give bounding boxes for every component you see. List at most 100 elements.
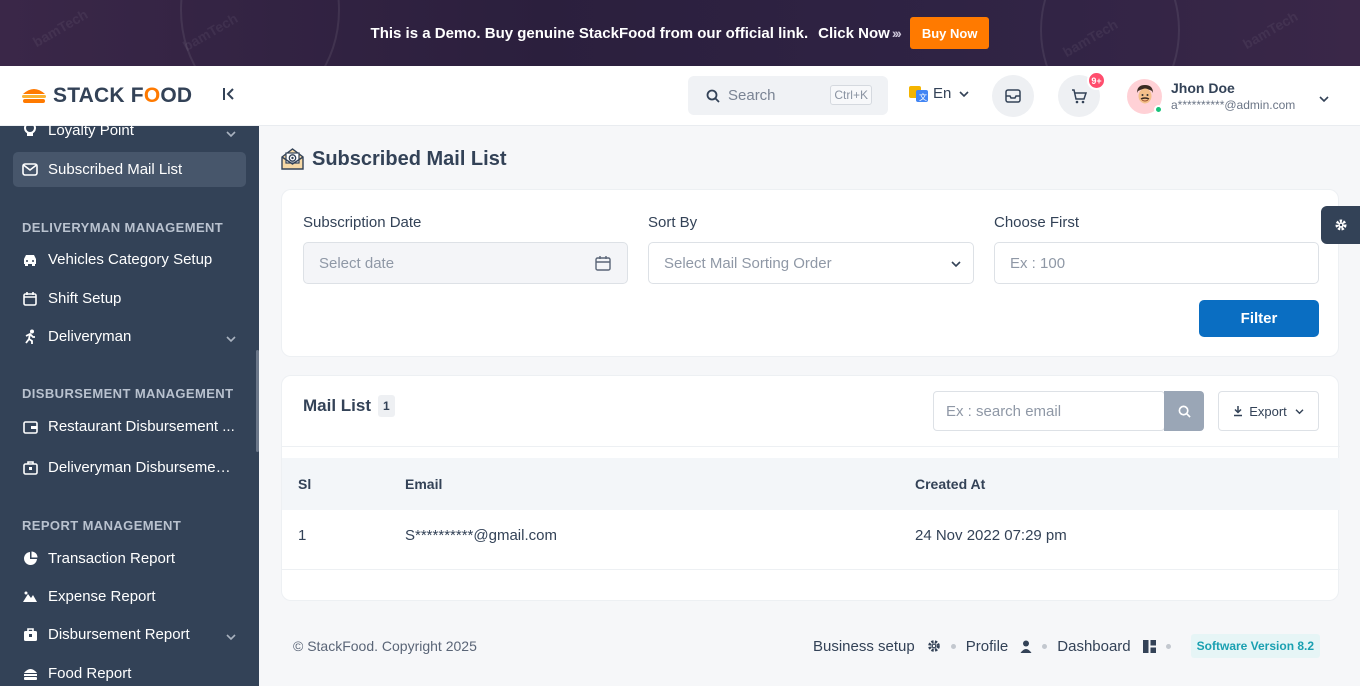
export-button[interactable]: Export bbox=[1218, 391, 1319, 431]
sidebar-item-disbursement-report[interactable]: Disbursement Report bbox=[13, 617, 246, 652]
top-header: Search Ctrl+K 文 En 9+ Jhon Doe a********… bbox=[259, 66, 1360, 126]
sidebar-item-shift-setup[interactable]: Shift Setup bbox=[13, 281, 246, 316]
footer-links: Business setup Profile Dashboard Softwar… bbox=[813, 634, 1321, 658]
subscribe-mail-icon bbox=[281, 147, 304, 171]
logo-text: STACK FOOD bbox=[53, 83, 193, 107]
software-version-badge: Software Version 8.2 bbox=[1190, 634, 1321, 658]
sidebar-scrollbar[interactable] bbox=[256, 350, 259, 452]
footer-link-dashboard[interactable]: Dashboard bbox=[1057, 638, 1130, 655]
translate-icon: 文 bbox=[909, 85, 928, 102]
gear-icon bbox=[927, 639, 941, 653]
cart-button[interactable]: 9+ bbox=[1058, 71, 1106, 117]
online-status-dot bbox=[1154, 104, 1163, 114]
car-icon bbox=[21, 251, 39, 269]
footer-separator bbox=[950, 643, 956, 649]
footer-separator bbox=[1042, 643, 1048, 649]
filter-button[interactable]: Filter bbox=[1199, 300, 1319, 337]
svg-text:文: 文 bbox=[919, 92, 927, 102]
page-title-text: Subscribed Mail List bbox=[312, 147, 507, 170]
date-placeholder: Select date bbox=[319, 254, 395, 272]
sidebar-item-loyalty-point[interactable]: Loyalty Point bbox=[13, 114, 246, 146]
search-placeholder: Search bbox=[728, 87, 776, 104]
filter-card: Subscription Date Select date Sort By Se… bbox=[281, 189, 1339, 357]
chevron-down-icon bbox=[959, 90, 969, 98]
report-icon bbox=[21, 626, 39, 644]
sidebar-item-restaurant-disbursement[interactable]: Restaurant Disbursement ... bbox=[13, 409, 246, 444]
choose-first-placeholder: Ex : 100 bbox=[1010, 254, 1066, 272]
gear-icon bbox=[1334, 218, 1348, 232]
stackfood-logo[interactable]: STACK FOOD bbox=[21, 84, 192, 108]
section-deliveryman-management: DELIVERYMAN MANAGEMENT bbox=[22, 220, 224, 235]
sidebar-item-label: Deliveryman Disbursement... bbox=[48, 459, 238, 476]
settings-tab[interactable] bbox=[1321, 206, 1360, 244]
sidebar-item-label: Shift Setup bbox=[48, 290, 122, 307]
row-email: S**********@gmail.com bbox=[405, 527, 557, 544]
demo-banner: bamTech bamTech bamTech bamTech This is … bbox=[0, 0, 1360, 66]
user-email: a**********@admin.com bbox=[1171, 98, 1296, 112]
dashboard-icon bbox=[1142, 639, 1156, 653]
email-search-button[interactable] bbox=[1164, 391, 1204, 431]
chevron-down-icon bbox=[951, 260, 961, 268]
section-disbursement-management: DISBURSEMENT MANAGEMENT bbox=[22, 386, 234, 401]
sidebar-item-deliveryman-disbursement[interactable]: Deliveryman Disbursement... bbox=[13, 450, 246, 485]
sidebar-item-deliveryman[interactable]: Deliveryman bbox=[13, 319, 246, 354]
chevron-down-icon bbox=[1319, 90, 1329, 108]
wallet-icon bbox=[21, 418, 39, 436]
chevron-down-icon bbox=[226, 628, 236, 645]
banner-watermark: bamTech bbox=[1240, 7, 1301, 53]
column-header-sl: Sl bbox=[298, 476, 312, 492]
sidebar-item-vehicles-category-setup[interactable]: Vehicles Category Setup bbox=[13, 242, 246, 277]
mail-icon bbox=[21, 161, 39, 179]
cart-icon bbox=[1071, 88, 1087, 104]
sidebar-item-subscribed-mail-list[interactable]: Subscribed Mail List bbox=[13, 152, 246, 187]
sidebar-item-transaction-report[interactable]: Transaction Report bbox=[13, 541, 246, 576]
sidebar-item-label: Restaurant Disbursement ... bbox=[48, 418, 235, 435]
sidebar-item-label: Food Report bbox=[48, 665, 132, 682]
card-divider bbox=[282, 446, 1340, 447]
footer-separator bbox=[1165, 643, 1171, 649]
sort-by-placeholder: Select Mail Sorting Order bbox=[664, 254, 832, 272]
sidebar-item-label: Expense Report bbox=[48, 588, 156, 605]
running-icon bbox=[21, 328, 39, 346]
mountain-icon bbox=[21, 588, 39, 606]
sort-by-select[interactable]: Select Mail Sorting Order bbox=[648, 242, 974, 284]
subscription-date-label: Subscription Date bbox=[303, 214, 422, 231]
search-input[interactable]: Search Ctrl+K bbox=[688, 76, 888, 115]
sidebar-item-label: Deliveryman bbox=[48, 328, 132, 345]
sidebar-item-label: Vehicles Category Setup bbox=[48, 251, 213, 268]
footer-link-business-setup[interactable]: Business setup bbox=[813, 638, 915, 655]
user-icon bbox=[1020, 640, 1032, 653]
sidebar-item-expense-report[interactable]: Expense Report bbox=[13, 579, 246, 614]
row-sl: 1 bbox=[298, 527, 307, 544]
sidebar-item-label: Disbursement Report bbox=[48, 626, 190, 643]
choose-first-input[interactable]: Ex : 100 bbox=[994, 242, 1319, 284]
sort-by-label: Sort By bbox=[648, 214, 698, 231]
column-header-email: Email bbox=[405, 476, 443, 492]
subscription-date-field[interactable]: Select date bbox=[303, 242, 628, 284]
burger-icon bbox=[21, 665, 39, 683]
avatar bbox=[1127, 78, 1163, 114]
sidebar-item-food-report[interactable]: Food Report bbox=[13, 656, 246, 686]
messages-button[interactable] bbox=[992, 75, 1034, 117]
language-selector[interactable]: 文 En bbox=[909, 85, 969, 102]
mail-list-title: Mail List bbox=[303, 396, 372, 415]
search-shortcut: Ctrl+K bbox=[830, 85, 872, 105]
profile-menu[interactable]: Jhon Doe a**********@admin.com bbox=[1127, 78, 1329, 114]
chevron-down-icon bbox=[226, 125, 236, 142]
user-name: Jhon Doe bbox=[1171, 80, 1235, 96]
mail-count-badge: 1 bbox=[378, 395, 395, 417]
search-icon bbox=[706, 89, 720, 103]
burger-logo-icon bbox=[22, 88, 46, 103]
copyright-text: © StackFood. Copyright 2025 bbox=[293, 638, 477, 654]
sidebar-item-label: Loyalty Point bbox=[48, 121, 134, 139]
banner-click-now-link[interactable]: Click Now bbox=[818, 25, 890, 42]
choose-first-label: Choose First bbox=[994, 214, 1080, 231]
message-icon bbox=[1005, 89, 1021, 103]
cart-badge: 9+ bbox=[1087, 71, 1106, 90]
email-search-input[interactable]: Ex : search email bbox=[933, 391, 1165, 431]
buy-now-button[interactable]: Buy Now bbox=[909, 17, 990, 49]
calendar-icon bbox=[595, 255, 611, 271]
search-icon bbox=[1178, 405, 1191, 418]
collapse-sidebar-icon[interactable] bbox=[222, 86, 238, 106]
footer-link-profile[interactable]: Profile bbox=[966, 638, 1009, 655]
